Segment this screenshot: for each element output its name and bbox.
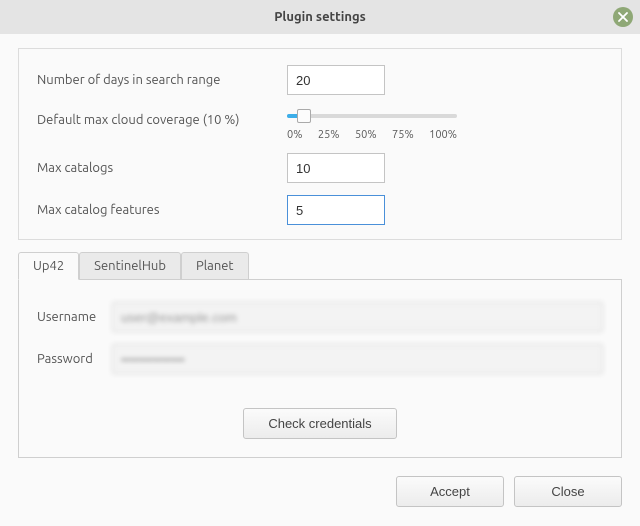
max-features-input[interactable]	[287, 195, 385, 225]
password-label: Password	[37, 352, 112, 366]
slider-thumb[interactable]	[297, 109, 311, 123]
max-features-label: Max catalog features	[37, 203, 287, 217]
days-range-input[interactable]	[287, 65, 385, 95]
provider-tab-body: Username Password Check credentials	[18, 279, 622, 458]
dialog-content: Number of days in search range Default m…	[0, 34, 640, 472]
max-catalogs-input[interactable]	[287, 153, 385, 183]
slider-rail	[287, 114, 457, 118]
cloud-coverage-slider-area: 0% 25% 50% 75% 100%	[287, 107, 457, 141]
tick-25: 25%	[318, 129, 340, 141]
cloud-coverage-row: Default max cloud coverage (10 %) 0% 25%…	[37, 107, 603, 141]
tab-sentinelhub[interactable]: SentinelHub	[79, 252, 181, 279]
titlebar: Plugin settings	[0, 0, 640, 34]
window-close-button[interactable]	[613, 7, 633, 27]
username-row: Username	[37, 302, 603, 332]
password-row: Password	[37, 344, 603, 374]
days-range-label: Number of days in search range	[37, 73, 287, 87]
check-credentials-row: Check credentials	[37, 408, 603, 439]
username-label: Username	[37, 310, 112, 324]
cloud-coverage-slider[interactable]	[287, 109, 457, 123]
close-icon	[618, 12, 628, 22]
dialog-footer: Accept Close	[0, 472, 640, 521]
cloud-coverage-label: Default max cloud coverage (10 %)	[37, 107, 287, 127]
general-settings-group: Number of days in search range Default m…	[18, 48, 622, 240]
username-input[interactable]	[112, 302, 603, 332]
close-button[interactable]: Close	[514, 476, 622, 507]
tick-0: 0%	[287, 129, 302, 141]
max-features-row: Max catalog features	[37, 195, 603, 225]
tick-75: 75%	[392, 129, 414, 141]
slider-tick-labels: 0% 25% 50% 75% 100%	[287, 129, 457, 141]
window-title: Plugin settings	[274, 10, 366, 24]
days-range-row: Number of days in search range	[37, 65, 603, 95]
tick-50: 50%	[355, 129, 377, 141]
tick-100: 100%	[429, 129, 457, 141]
accept-button[interactable]: Accept	[396, 476, 504, 507]
tab-up42[interactable]: Up42	[18, 252, 79, 280]
tab-planet[interactable]: Planet	[181, 252, 249, 279]
provider-tab-strip: Up42 SentinelHub Planet	[18, 252, 622, 279]
password-input[interactable]	[112, 344, 603, 374]
max-catalogs-label: Max catalogs	[37, 161, 287, 175]
check-credentials-button[interactable]: Check credentials	[243, 408, 396, 439]
max-catalogs-row: Max catalogs	[37, 153, 603, 183]
